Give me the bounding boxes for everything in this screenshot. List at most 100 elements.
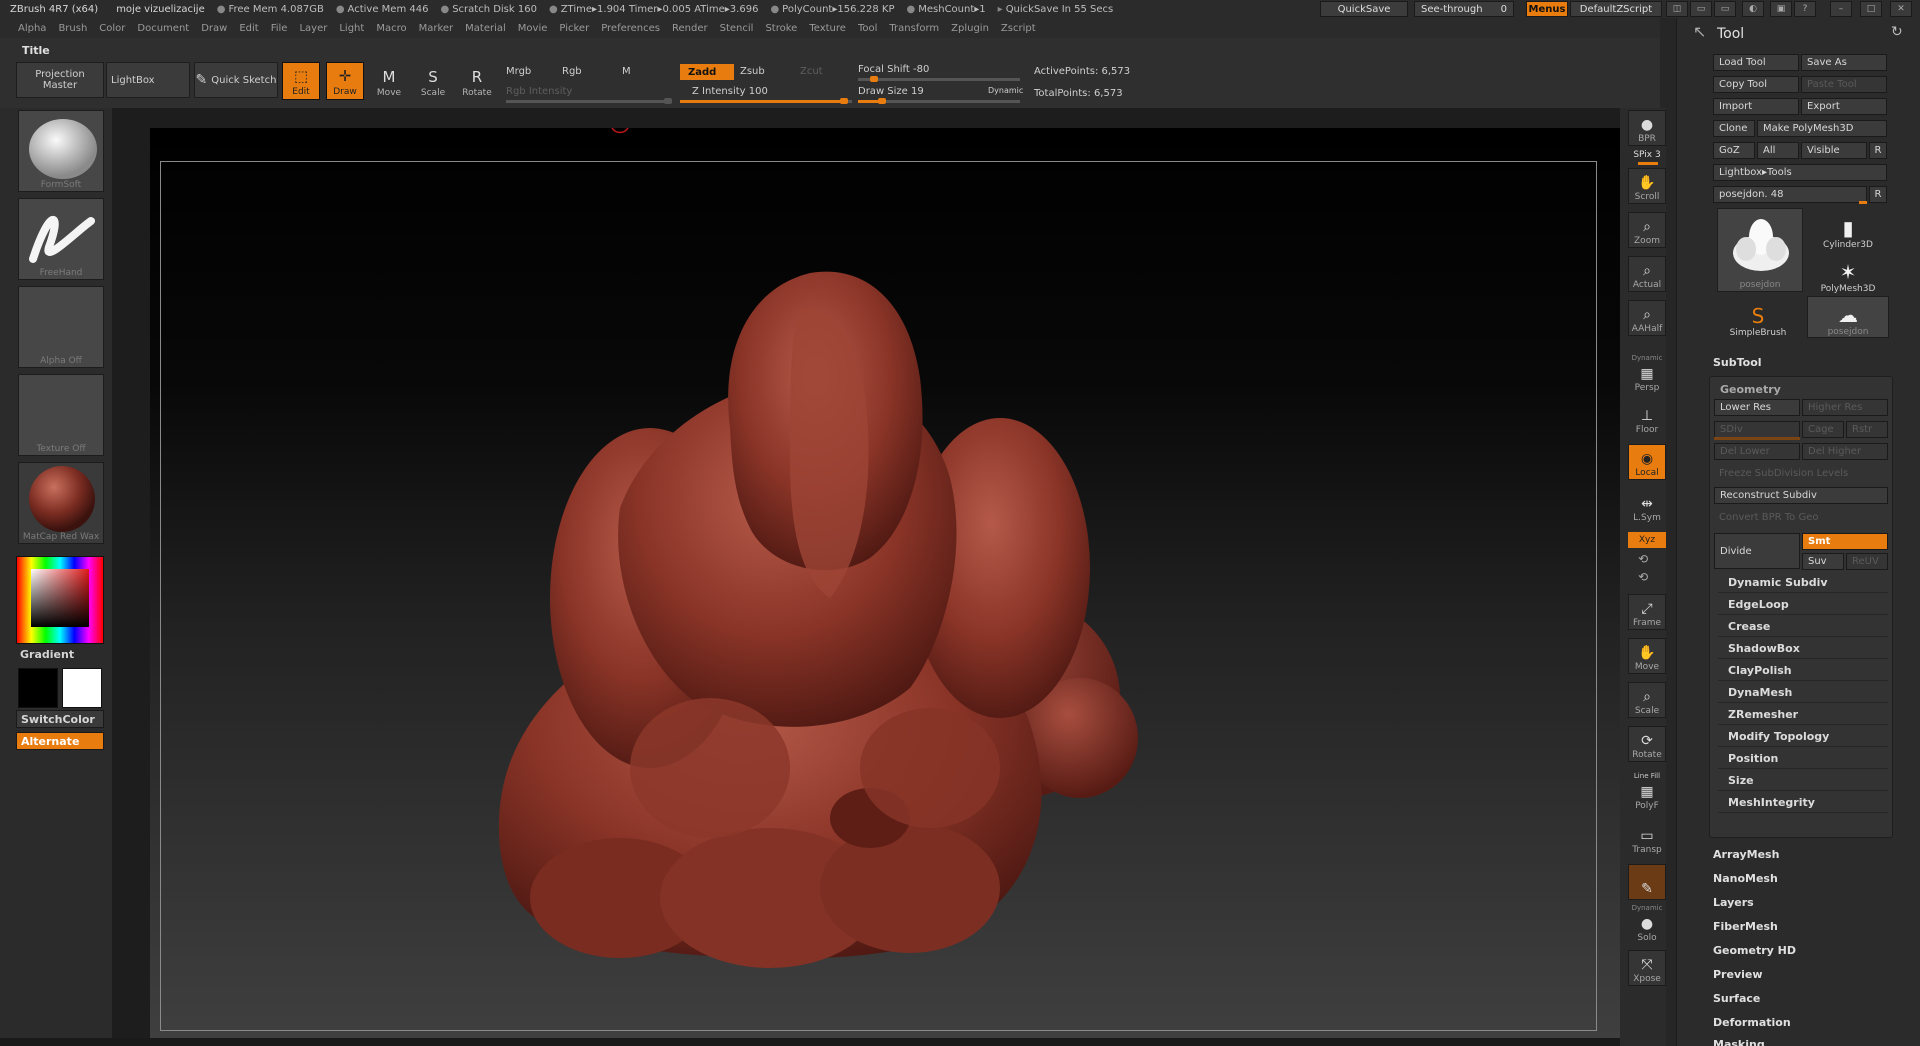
layout3-icon[interactable]: ▭	[1714, 1, 1736, 17]
rgb-button[interactable]: Rgb	[562, 66, 582, 77]
menu-material[interactable]: Material	[465, 23, 506, 34]
z-intensity-knob[interactable]	[840, 98, 848, 104]
alpha-selector[interactable]: Alpha Off	[18, 286, 104, 368]
suv-toggle[interactable]: Suv	[1802, 553, 1844, 570]
tool-tile-polymesh3d[interactable]: ✶ PolyMesh3D	[1807, 252, 1889, 294]
save-as-button[interactable]: Save As	[1801, 54, 1887, 71]
material-selector[interactable]: MatCap Red Wax	[18, 462, 104, 544]
move-button[interactable]: M Move	[370, 62, 408, 100]
del-lower-button[interactable]: Del Lower	[1714, 443, 1800, 460]
cage-button[interactable]: Cage	[1802, 421, 1844, 438]
maximize-icon[interactable]: □	[1860, 1, 1882, 17]
zcut-button[interactable]: Zcut	[800, 66, 823, 77]
geometry-section[interactable]: Geometry	[1720, 383, 1781, 396]
transp-button[interactable]: ▭ Transp	[1628, 820, 1666, 856]
color-picker[interactable]	[16, 556, 104, 644]
menu-alpha[interactable]: Alpha	[18, 23, 46, 34]
deformation-section[interactable]: Deformation	[1713, 1016, 1791, 1029]
rotate-view-button[interactable]: ⟳ Rotate	[1628, 726, 1666, 762]
menu-marker[interactable]: Marker	[419, 23, 454, 34]
xyz-button[interactable]: Xyz	[1628, 532, 1666, 548]
quicksave-button[interactable]: QuickSave	[1320, 1, 1408, 17]
menu-brush[interactable]: Brush	[58, 23, 87, 34]
masking-section[interactable]: Masking	[1713, 1038, 1765, 1046]
copy-tool-button[interactable]: Copy Tool	[1713, 76, 1799, 93]
zremesher-item[interactable]: ZRemesher	[1718, 705, 1888, 725]
stroke-selector[interactable]: FreeHand	[18, 198, 104, 280]
claypolish-item[interactable]: ClayPolish	[1718, 661, 1888, 681]
current-tool-r-button[interactable]: R	[1869, 186, 1887, 203]
surface-section[interactable]: Surface	[1713, 992, 1760, 1005]
focal-shift-knob[interactable]	[870, 76, 878, 82]
clone-button[interactable]: Clone	[1713, 120, 1755, 137]
arraymesh-section[interactable]: ArrayMesh	[1713, 848, 1779, 861]
preview-section[interactable]: Preview	[1713, 968, 1763, 981]
modify-topology-item[interactable]: Modify Topology	[1718, 727, 1888, 747]
make-polymesh-button[interactable]: Make PolyMesh3D	[1757, 120, 1887, 137]
projection-master-button[interactable]: Projection Master	[16, 62, 104, 98]
lsym-button[interactable]: ⇹ L.Sym	[1628, 488, 1666, 524]
texture-selector[interactable]: Texture Off	[18, 374, 104, 456]
rotate-z-icon[interactable]: ⟲	[1638, 570, 1648, 584]
menu-tool[interactable]: Tool	[858, 23, 877, 34]
dynamesh-item[interactable]: DynaMesh	[1718, 683, 1888, 703]
scroll-button[interactable]: ✋ Scroll	[1628, 168, 1666, 204]
menu-render[interactable]: Render	[672, 23, 708, 34]
rgb-intensity-knob[interactable]	[664, 98, 672, 104]
tool-tile-cylinder3d[interactable]: ▮ Cylinder3D	[1807, 208, 1889, 250]
local-button[interactable]: ◉ Local	[1628, 444, 1666, 480]
polyf-button[interactable]: ▦ PolyF	[1628, 776, 1666, 812]
crease-item[interactable]: Crease	[1718, 617, 1888, 637]
rotate-y-icon[interactable]: ⟲	[1638, 552, 1648, 566]
actual-button[interactable]: ⌕ Actual	[1628, 256, 1666, 292]
lightbox-tools-button[interactable]: Lightbox▸Tools	[1713, 164, 1887, 181]
canvas-area[interactable]	[112, 108, 1620, 1038]
menu-stroke[interactable]: Stroke	[765, 23, 797, 34]
fibermesh-section[interactable]: FiberMesh	[1713, 920, 1778, 933]
secondary-color-swatch[interactable]	[18, 668, 58, 708]
export-button[interactable]: Export	[1801, 98, 1887, 115]
see-through-slider[interactable]: See-through 0	[1414, 1, 1514, 17]
shadowbox-item[interactable]: ShadowBox	[1718, 639, 1888, 659]
layout-icon[interactable]: ◫	[1666, 1, 1688, 17]
refresh-icon[interactable]: ↻	[1891, 24, 1903, 40]
smt-toggle[interactable]: Smt	[1802, 533, 1888, 550]
m-button[interactable]: M	[622, 66, 631, 77]
spix-slider[interactable]: SPix 3	[1628, 150, 1666, 160]
floor-button[interactable]: ⊥ Floor	[1628, 400, 1666, 436]
xpose-button[interactable]: ⤧ Xpose	[1628, 950, 1666, 986]
alternate-button[interactable]: Alternate	[16, 732, 104, 750]
nanomesh-section[interactable]: NanoMesh	[1713, 872, 1778, 885]
draw-size-knob[interactable]	[878, 98, 886, 104]
convert-bpr-button[interactable]: Convert BPR To Geo	[1714, 509, 1888, 526]
help-icon[interactable]: ?	[1794, 1, 1816, 17]
menu-texture[interactable]: Texture	[809, 23, 846, 34]
lock-icon[interactable]: ▣	[1770, 1, 1792, 17]
document-viewport[interactable]	[150, 128, 1620, 1038]
edgeloop-item[interactable]: EdgeLoop	[1718, 595, 1888, 615]
paste-tool-button[interactable]: Paste Tool	[1801, 76, 1887, 93]
rstr-button[interactable]: Rstr	[1846, 421, 1888, 438]
scale-view-button[interactable]: ⌕ Scale	[1628, 682, 1666, 718]
meshintegrity-item[interactable]: MeshIntegrity	[1718, 793, 1888, 813]
tool-tile-posejdon-large[interactable]: posejdon	[1717, 208, 1803, 292]
lightbox-button[interactable]: LightBox	[106, 62, 190, 98]
focal-shift-track[interactable]	[858, 78, 1020, 81]
move-view-button[interactable]: ✋ Move	[1628, 638, 1666, 674]
color-sv-square[interactable]	[31, 569, 89, 627]
goz-all-button[interactable]: All	[1757, 142, 1799, 159]
load-tool-button[interactable]: Load Tool	[1713, 54, 1799, 71]
layout2-icon[interactable]: ▭	[1690, 1, 1712, 17]
reuv-toggle[interactable]: ReUV	[1846, 553, 1888, 570]
zadd-button[interactable]: Zadd	[680, 64, 734, 80]
scale-button[interactable]: S Scale	[414, 62, 452, 100]
goz-button[interactable]: GoZ	[1713, 142, 1755, 159]
del-higher-button[interactable]: Del Higher	[1802, 443, 1888, 460]
quick-sketch-button[interactable]: ✎ Quick Sketch	[194, 62, 278, 98]
z-intensity-slider[interactable]: Z Intensity 100	[692, 86, 768, 97]
menu-edit[interactable]: Edit	[239, 23, 258, 34]
layers-section[interactable]: Layers	[1713, 896, 1754, 909]
solo-button[interactable]: ● Solo	[1628, 908, 1666, 944]
sculpt-model[interactable]	[150, 128, 1620, 1038]
higher-res-button[interactable]: Higher Res	[1802, 399, 1888, 416]
